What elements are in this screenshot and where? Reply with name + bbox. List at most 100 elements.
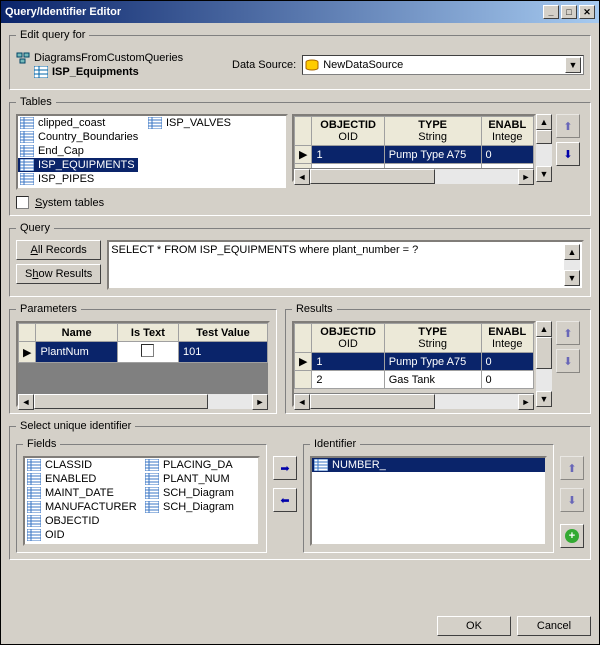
results-move-up-button[interactable]: ⬆ <box>556 321 580 345</box>
show-results-button[interactable]: Show Results <box>16 264 101 284</box>
table-list-item[interactable]: clipped_coast <box>18 116 138 130</box>
all-records-button[interactable]: All Records <box>16 240 101 260</box>
scroll-down-button[interactable] <box>536 166 552 182</box>
results-vscroll[interactable] <box>536 321 552 407</box>
query-tree[interactable]: DiagramsFromCustomQueries ISP_Equipments <box>16 51 226 79</box>
results-datagrid[interactable]: OBJECTIDOIDTYPEStringENABLIntege▶1Pump T… <box>292 321 536 407</box>
table-list-item[interactable]: ISP_VALVES <box>146 116 266 130</box>
field-list-item[interactable]: SCH_Diagram <box>143 486 253 500</box>
field-list-item[interactable]: MANUFACTURER <box>25 500 135 514</box>
add-identifier-button[interactable]: + <box>560 524 584 548</box>
move-down-button[interactable]: ⬇ <box>556 142 580 166</box>
grid-cell[interactable]: Pump Type A75 <box>384 353 481 371</box>
field-list-item[interactable]: PLANT_NUM <box>143 472 253 486</box>
field-list-item[interactable]: PLACING_DA <box>143 458 253 472</box>
grid-cell-checkbox[interactable] <box>117 342 178 363</box>
grid-cell[interactable]: 0 <box>481 371 534 389</box>
table-list-item[interactable]: Country_Boundaries <box>18 130 138 144</box>
content-area: Edit query for DiagramsFromCustomQueries… <box>1 23 599 612</box>
grid-col-header[interactable]: OBJECTIDOID <box>312 324 384 353</box>
istext-checkbox[interactable] <box>141 344 154 357</box>
grid-cell[interactable]: PlantNum <box>36 342 117 363</box>
fields-listbox[interactable]: CLASSIDENABLEDMAINT_DATEMANUFACTUREROBJE… <box>23 456 260 546</box>
grid-cell[interactable]: 1 <box>312 353 384 371</box>
grid-col-header[interactable]: Test Value <box>178 324 267 342</box>
field-list-item[interactable]: OBJECTID <box>25 514 135 528</box>
grid-col-header[interactable]: ENABLIntege <box>481 324 534 353</box>
identifier-list-item[interactable]: NUMBER_ <box>312 458 545 472</box>
grid-col-header[interactable]: OBJECTIDOID <box>312 117 384 146</box>
data-source-value: NewDataSource <box>323 59 565 71</box>
data-source-combo[interactable]: NewDataSource <box>302 55 584 75</box>
arrow-up-icon <box>540 323 549 335</box>
results-move-down-button[interactable]: ⬇ <box>556 349 580 373</box>
scroll-right-button[interactable] <box>518 169 534 185</box>
grid-col-header[interactable]: TYPEString <box>384 324 481 353</box>
sql-vscroll[interactable] <box>564 244 580 286</box>
scroll-up-button[interactable] <box>536 114 552 130</box>
grid-cell[interactable]: Gas Tank <box>384 371 481 389</box>
grid-col-header[interactable]: ENABLIntege <box>481 117 533 146</box>
tables-grid-vscroll[interactable] <box>536 114 552 182</box>
field-list-item[interactable]: ENABLED <box>25 472 135 486</box>
grid-row-header[interactable] <box>294 371 311 389</box>
tables-datagrid[interactable]: OBJECTIDOIDTYPEStringENABLIntege▶1Pump T… <box>292 114 536 182</box>
remove-field-button[interactable]: ⬅ <box>273 488 297 512</box>
tree-child[interactable]: ISP_Equipments <box>34 65 226 79</box>
results-hscroll[interactable] <box>294 393 534 409</box>
table-icon <box>20 117 34 129</box>
maximize-button[interactable]: □ <box>561 5 577 19</box>
table-icon <box>145 459 159 471</box>
parameters-legend: Parameters <box>16 303 81 315</box>
grid-row[interactable]: ▶1Pump Type A750 <box>294 353 533 371</box>
table-list-item[interactable]: End_Cap <box>18 144 138 158</box>
grid-cell[interactable]: Pump Type A75 <box>384 146 481 164</box>
tables-group: Tables clipped_coastCountry_BoundariesEn… <box>9 96 591 216</box>
table-list-item[interactable]: ISP_EQUIPMENTS <box>18 158 138 172</box>
grid-cell[interactable]: 101 <box>178 342 267 363</box>
field-list-item[interactable]: MAINT_DATE <box>25 486 135 500</box>
field-list-item[interactable]: OID <box>25 528 135 542</box>
grid-col-header[interactable]: Name <box>36 324 117 342</box>
move-up-button[interactable]: ⬆ <box>556 114 580 138</box>
grid-cell[interactable]: 1 <box>312 146 384 164</box>
field-list-label: ENABLED <box>45 473 96 485</box>
identifier-listbox[interactable]: NUMBER_ <box>310 456 547 546</box>
tables-grid-hscroll[interactable] <box>294 168 534 184</box>
grid-row[interactable]: ▶1Pump Type A750 <box>295 146 534 164</box>
arrow-left-icon <box>297 396 306 408</box>
tree-root[interactable]: DiagramsFromCustomQueries <box>16 51 226 65</box>
parameters-datagrid[interactable]: NameIs TextTest Value ▶PlantNum 101 <box>16 321 270 407</box>
id-move-up-button[interactable]: ⬆ <box>560 456 584 480</box>
scroll-left-button[interactable] <box>294 169 310 185</box>
fields-legend: Fields <box>23 438 60 450</box>
id-move-down-button[interactable]: ⬇ <box>560 488 584 512</box>
grid-col-header[interactable]: Is Text <box>117 324 178 342</box>
minimize-button[interactable]: _ <box>543 5 559 19</box>
ok-button[interactable]: OK <box>437 616 511 636</box>
arrow-down-icon <box>568 272 577 284</box>
grid-cell[interactable]: 2 <box>312 371 384 389</box>
add-field-button[interactable]: ➡ <box>273 456 297 480</box>
grid-col-header[interactable]: TYPEString <box>384 117 481 146</box>
system-tables-checkbox[interactable] <box>16 196 29 209</box>
data-source-label: Data Source: <box>232 59 296 71</box>
cancel-button[interactable]: Cancel <box>517 616 591 636</box>
grid-row-header[interactable]: ▶ <box>294 353 311 371</box>
params-hscroll[interactable] <box>18 393 268 409</box>
grid-row-header[interactable]: ▶ <box>19 342 36 363</box>
combo-dropdown-button[interactable] <box>565 57 581 73</box>
grid-row-header[interactable]: ▶ <box>295 146 312 164</box>
field-list-item[interactable]: SCH_Diagram <box>143 500 253 514</box>
tables-listbox[interactable]: clipped_coastCountry_BoundariesEnd_CapIS… <box>16 114 288 190</box>
field-list-item[interactable]: CLASSID <box>25 458 135 472</box>
grid-row[interactable]: 2Gas Tank0 <box>294 371 533 389</box>
sql-textarea[interactable]: SELECT * FROM ISP_EQUIPMENTS where plant… <box>107 240 584 290</box>
grid-row[interactable]: ▶PlantNum 101 <box>19 342 268 363</box>
field-list-label: SCH_Diagram <box>163 487 234 499</box>
table-list-item[interactable]: ISP_PIPES <box>18 172 138 186</box>
close-button[interactable]: ✕ <box>579 5 595 19</box>
table-list-label: ISP_PIPES <box>38 173 94 185</box>
grid-cell[interactable]: 0 <box>481 353 534 371</box>
grid-cell[interactable]: 0 <box>481 146 533 164</box>
